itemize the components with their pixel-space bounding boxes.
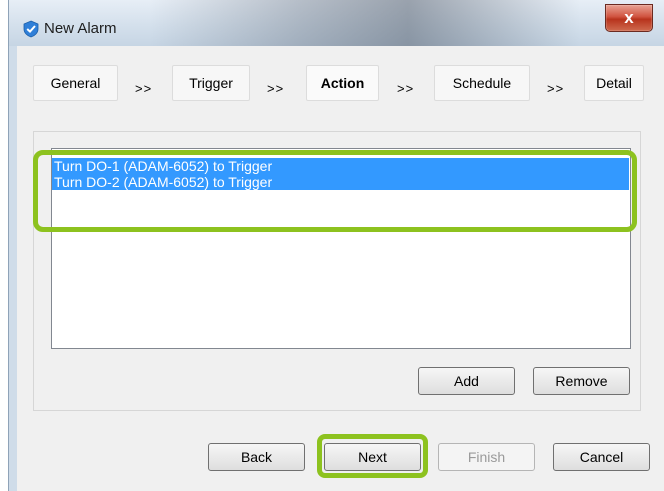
step-schedule[interactable]: Schedule [434, 65, 530, 101]
add-button[interactable]: Add [418, 367, 515, 395]
next-button-highlight [317, 434, 428, 478]
step-detail[interactable]: Detail [584, 65, 644, 101]
step-separator: >> [135, 81, 153, 96]
window-title: New Alarm [44, 20, 117, 37]
cancel-button[interactable]: Cancel [553, 443, 650, 471]
step-trigger[interactable]: Trigger [172, 65, 250, 101]
close-icon: x [624, 8, 634, 27]
step-separator: >> [397, 81, 415, 96]
back-button[interactable]: Back [208, 443, 305, 471]
action-list-highlight [33, 150, 637, 232]
shield-check-icon [23, 20, 39, 38]
step-separator: >> [547, 81, 565, 96]
step-separator: >> [267, 81, 285, 96]
step-general[interactable]: General [33, 65, 118, 101]
finish-button: Finish [438, 443, 535, 471]
remove-button[interactable]: Remove [533, 367, 630, 395]
title-bar-glow [150, 0, 580, 46]
close-button[interactable]: x [605, 4, 653, 32]
step-action[interactable]: Action [306, 65, 379, 101]
